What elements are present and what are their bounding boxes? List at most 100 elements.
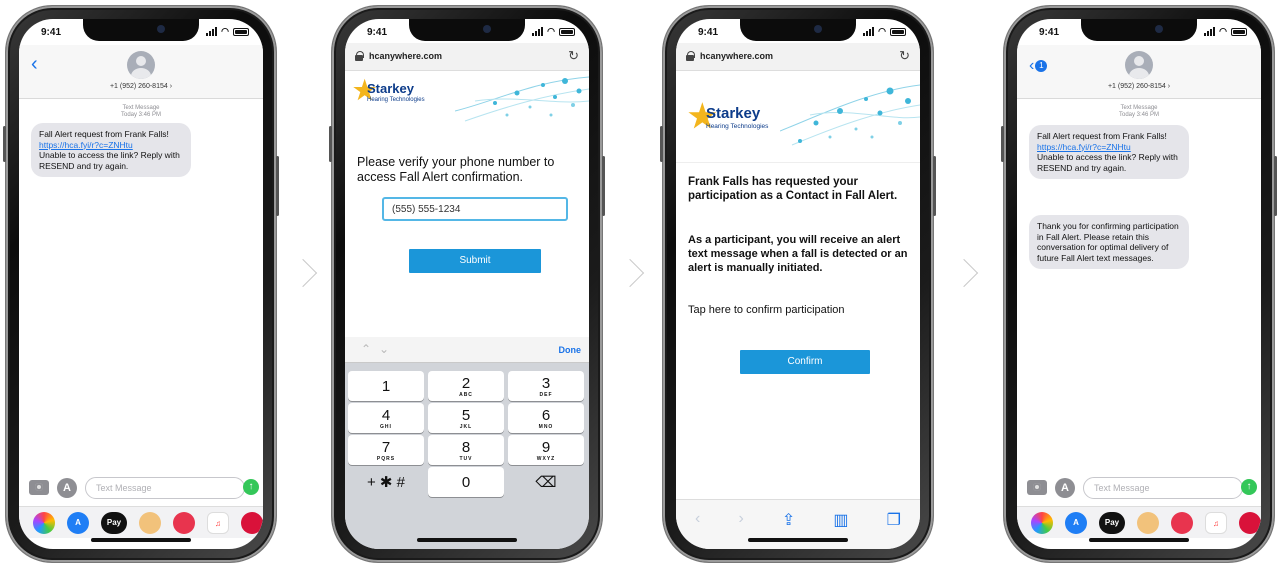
verify-prompt: Please verify your phone number to acces… <box>357 155 555 184</box>
wifi-icon: ◠ <box>221 26 229 36</box>
key-digit: 6 <box>541 407 551 424</box>
keypad-key[interactable]: 1 <box>348 371 424 401</box>
app-store-icon[interactable]: A <box>1055 478 1075 498</box>
apple-pay-icon[interactable]: Pay <box>1099 512 1125 534</box>
key-letters: MNO <box>538 424 554 430</box>
key-digit: 0 <box>461 474 471 491</box>
key-letters: PQRS <box>376 456 396 462</box>
key-letters: ABC <box>459 392 473 398</box>
home-indicator[interactable] <box>748 538 848 542</box>
message-bubble-thanks: Thank you for confirming participation i… <box>1029 215 1189 269</box>
app-store-icon[interactable]: A <box>67 512 89 534</box>
more-apps-icon[interactable] <box>241 512 263 534</box>
tabs-icon[interactable]: ❐ <box>887 510 901 549</box>
compose-row: A Text Message ↑ <box>19 476 263 502</box>
keypad-key[interactable]: 3 DEF <box>508 371 584 401</box>
keypad-key[interactable]: 9 WXYZ <box>508 435 584 465</box>
keypad-key[interactable]: 8 TUV <box>428 435 504 465</box>
status-icons: ◠ <box>206 27 249 36</box>
battery-icon <box>559 28 575 36</box>
key-digit: 2 <box>461 375 471 392</box>
memoji-icon[interactable] <box>1137 512 1159 534</box>
browser-address-bar[interactable]: hcanywhere.com ↻ <box>345 43 589 71</box>
send-icon[interactable]: ↑ <box>1241 479 1257 495</box>
search-images-icon[interactable] <box>173 512 195 534</box>
send-icon[interactable]: ↑ <box>243 479 259 495</box>
brand-name: Starkey <box>367 81 414 96</box>
camera-icon[interactable] <box>29 480 49 495</box>
home-indicator[interactable] <box>417 538 517 542</box>
phone-verify: 9:41 ◠ hcanywhere.com ↻ ★ Starkey Hearin… <box>329 6 605 562</box>
confirm-button[interactable]: Confirm <box>740 350 870 374</box>
key-digit: 4 <box>381 407 391 424</box>
music-icon[interactable]: ♫ <box>207 512 229 534</box>
numeric-keypad: ⌃⌄ Done 1 2 ABC 3 DEF 4 GHI 5 JKL 6 MNO 7 PQRS 8 TUV 9 W… <box>345 337 589 549</box>
key-digit: 3 <box>541 375 551 392</box>
avatar[interactable] <box>127 51 155 79</box>
keypad-key[interactable]: 6 MNO <box>508 403 584 433</box>
back-button[interactable]: ‹ 1 <box>1029 57 1048 75</box>
key-digit: 9 <box>541 439 551 456</box>
bubble-text: Unable to access the link? Reply with RE… <box>39 150 180 171</box>
apple-pay-icon[interactable]: Pay <box>101 512 127 534</box>
signal-icon <box>1204 27 1216 36</box>
status-time: 9:41 <box>41 27 62 38</box>
camera-icon[interactable] <box>1027 480 1047 495</box>
home-indicator[interactable] <box>91 538 191 542</box>
back-chevron-icon[interactable]: ‹ <box>31 53 38 76</box>
fall-alert-link[interactable]: https://hca.fyi/r?c=ZNHtu <box>39 140 183 151</box>
reload-icon[interactable]: ↻ <box>899 48 910 64</box>
avatar[interactable] <box>1125 51 1153 79</box>
photos-icon[interactable] <box>1031 512 1053 534</box>
brand-sub: Hearing Technologies <box>706 123 769 130</box>
music-icon[interactable]: ♫ <box>1205 512 1227 534</box>
contact-number[interactable]: +1 (952) 260-8154 › <box>1017 83 1261 90</box>
app-store-icon[interactable]: A <box>57 478 77 498</box>
reload-icon[interactable]: ↻ <box>568 48 579 64</box>
keypad-key[interactable]: 7 PQRS <box>348 435 424 465</box>
message-input[interactable]: Text Message <box>85 477 245 499</box>
phone-messages-1: 9:41 ◠ ‹ +1 (952) 260-8154 › Text Messag… <box>3 6 279 562</box>
fall-alert-link[interactable]: https://hca.fyi/r?c=ZNHtu <box>1037 142 1181 153</box>
app-store-icon[interactable]: A <box>1065 512 1087 534</box>
message-input[interactable]: Text Message <box>1083 477 1243 499</box>
key-digit: 5 <box>461 407 471 424</box>
home-indicator[interactable] <box>1089 538 1189 542</box>
search-images-icon[interactable] <box>1171 512 1193 534</box>
key-letters: TUV <box>459 456 473 462</box>
key-letters: WXYZ <box>536 456 556 462</box>
phone-number-input[interactable]: (555) 555-1234 <box>382 197 568 221</box>
bookmarks-icon[interactable]: ▥ <box>833 510 848 549</box>
battery-icon <box>1231 28 1247 36</box>
field-nav-arrows-icon[interactable]: ⌃⌄ <box>361 342 397 356</box>
key-letters: JKL <box>459 424 473 430</box>
browser-address-bar[interactable]: hcanywhere.com ↻ <box>676 43 920 71</box>
submit-button[interactable]: Submit <box>409 249 541 273</box>
keypad-key[interactable]: 5 JKL <box>428 403 504 433</box>
keypad-key[interactable]: 2 ABC <box>428 371 504 401</box>
keypad-key[interactable]: 0 <box>428 467 504 497</box>
back-icon[interactable]: ‹ <box>695 510 700 549</box>
keypad-key[interactable]: ⌫ <box>508 467 584 497</box>
key-digit: ⌫ <box>535 474 557 491</box>
signal-icon <box>532 27 544 36</box>
keypad-key[interactable]: 4 GHI <box>348 403 424 433</box>
contact-number[interactable]: +1 (952) 260-8154 › <box>19 83 263 90</box>
memoji-icon[interactable] <box>139 512 161 534</box>
participant-info: As a participant, you will receive an al… <box>688 234 908 274</box>
keypad-key[interactable]: + ✱ # <box>348 467 424 497</box>
key-digit: 1 <box>381 378 391 395</box>
brand-name: Starkey <box>706 105 761 122</box>
bubble-text: Fall Alert request from Frank Falls! <box>39 129 169 139</box>
done-button[interactable]: Done <box>559 345 582 355</box>
onboarding-flow: 9:41 ◠ ‹ +1 (952) 260-8154 › Text Messag… <box>0 0 1281 565</box>
status-icons: ◠ <box>863 27 906 36</box>
meta-type: Text Message <box>1120 105 1158 111</box>
key-letters: DEF <box>539 392 553 398</box>
lock-icon <box>355 51 364 61</box>
share-icon[interactable]: ⇪ <box>782 510 795 549</box>
forward-icon[interactable]: › <box>738 510 743 549</box>
more-apps-icon[interactable] <box>1239 512 1261 534</box>
key-letters: GHI <box>380 424 392 430</box>
photos-icon[interactable] <box>33 512 55 534</box>
